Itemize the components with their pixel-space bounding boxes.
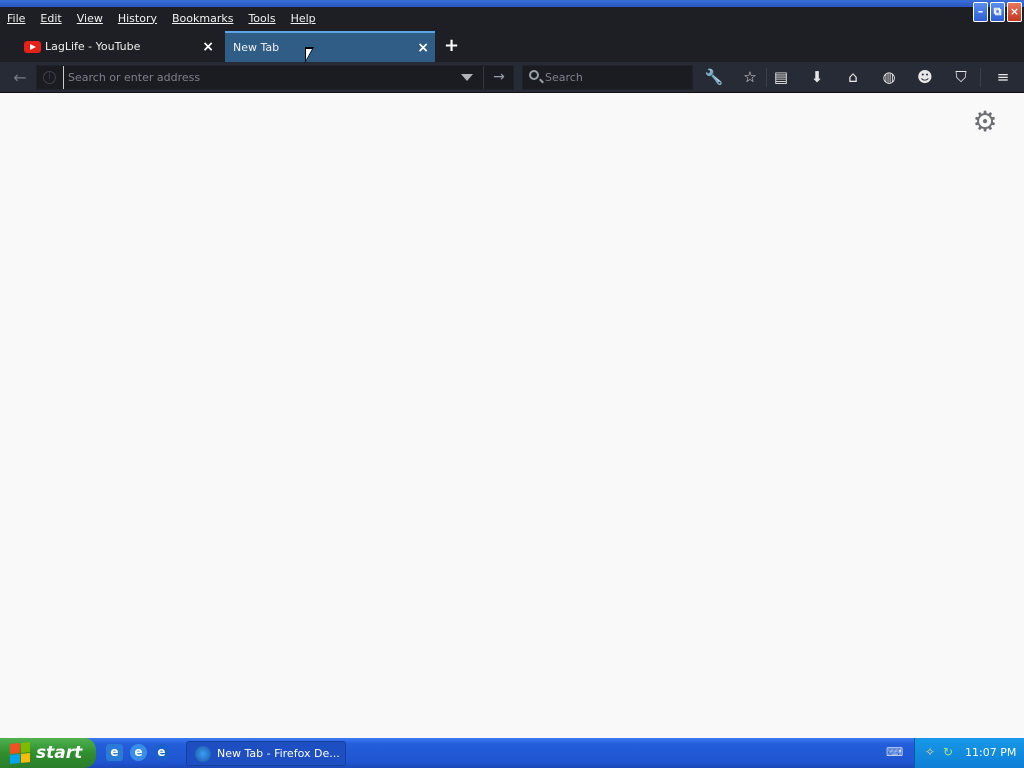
tab-youtube[interactable]: LagLife - YouTube × xyxy=(20,31,220,62)
keyboard-icon[interactable]: ⌨ xyxy=(886,745,903,759)
bookmark-star-icon[interactable]: ☆ xyxy=(736,65,764,90)
quicklaunch-browser-icon[interactable]: e xyxy=(153,744,170,761)
tab-bar: LagLife - YouTube × New Tab × + xyxy=(0,29,1024,62)
tab-label: New Tab xyxy=(233,41,280,54)
history-dropdown-icon[interactable] xyxy=(461,74,473,81)
clock[interactable]: 11:07 PM xyxy=(965,746,1016,759)
home-icon[interactable]: ⌂ xyxy=(839,65,867,90)
reader-list-icon[interactable]: ▤ xyxy=(767,65,795,90)
start-label: start xyxy=(36,743,83,763)
tab-label: LagLife - YouTube xyxy=(45,40,141,53)
close-window-button[interactable]: × xyxy=(1007,2,1022,22)
go-button[interactable]: → xyxy=(483,66,514,89)
menu-view[interactable]: View xyxy=(77,12,103,25)
minimize-button[interactable]: – xyxy=(973,2,988,22)
quicklaunch-ie-icon[interactable]: e xyxy=(130,744,147,761)
youtube-icon xyxy=(24,40,41,53)
taskbar-firefox-button[interactable]: New Tab - Firefox De... xyxy=(186,741,346,766)
wrench-icon[interactable]: 🔧 xyxy=(700,65,728,90)
system-tray: ✧ ↻ 11:07 PM xyxy=(914,738,1024,768)
menu-bar: File Edit View History Bookmarks Tools H… xyxy=(0,7,1024,29)
menu-help[interactable]: Help xyxy=(291,12,316,25)
menu-history[interactable]: History xyxy=(118,12,157,25)
gear-icon[interactable]: ⚙ xyxy=(970,107,1000,137)
menu-bookmarks[interactable]: Bookmarks xyxy=(172,12,233,25)
pocket-icon[interactable]: ⛉ xyxy=(947,65,975,90)
toolbar-separator xyxy=(980,68,981,87)
info-icon[interactable]: i xyxy=(43,71,56,84)
tray-security-icon[interactable]: ✧ xyxy=(925,745,939,759)
new-tab-button[interactable]: + xyxy=(444,35,459,56)
menu-file[interactable]: File xyxy=(7,12,25,25)
window-title-strip xyxy=(0,0,1024,7)
taskbar-task-label: New Tab - Firefox De... xyxy=(217,747,340,760)
mouse-cursor xyxy=(305,47,314,63)
address-bar[interactable]: i → xyxy=(36,65,514,90)
navigation-toolbar: ← i → 🔧 ☆ ▤ ⬇ ⌂ ◍ ☻ ⛉ ≡ xyxy=(0,62,1024,93)
quicklaunch-editor-icon[interactable]: e xyxy=(106,744,123,761)
close-tab-icon[interactable]: × xyxy=(202,39,214,55)
close-tab-icon[interactable]: × xyxy=(417,40,429,56)
search-input[interactable] xyxy=(545,66,690,89)
firefox-icon xyxy=(195,745,211,762)
search-bar[interactable] xyxy=(522,65,693,90)
menu-tools[interactable]: Tools xyxy=(248,12,275,25)
tab-new-tab[interactable]: New Tab × xyxy=(225,31,435,62)
shield-icon[interactable]: ◍ xyxy=(875,65,903,90)
start-button[interactable]: start xyxy=(0,738,96,768)
tray-update-icon[interactable]: ↻ xyxy=(943,745,957,759)
hamburger-menu-icon[interactable]: ≡ xyxy=(989,65,1017,90)
restore-button[interactable]: ⧉ xyxy=(990,2,1005,22)
window-controls: – ⧉ × xyxy=(973,2,1022,22)
smiley-icon[interactable]: ☻ xyxy=(911,65,939,90)
new-tab-page: ⚙ xyxy=(0,93,1024,738)
downloads-icon[interactable]: ⬇ xyxy=(803,65,831,90)
back-button[interactable]: ← xyxy=(6,65,34,90)
search-icon xyxy=(529,70,539,80)
menu-edit[interactable]: Edit xyxy=(40,12,61,25)
address-input[interactable] xyxy=(63,66,453,89)
windows-flag-icon xyxy=(10,741,30,765)
taskbar: start e e e New Tab - Firefox De... ⌨ ✧ … xyxy=(0,738,1024,768)
